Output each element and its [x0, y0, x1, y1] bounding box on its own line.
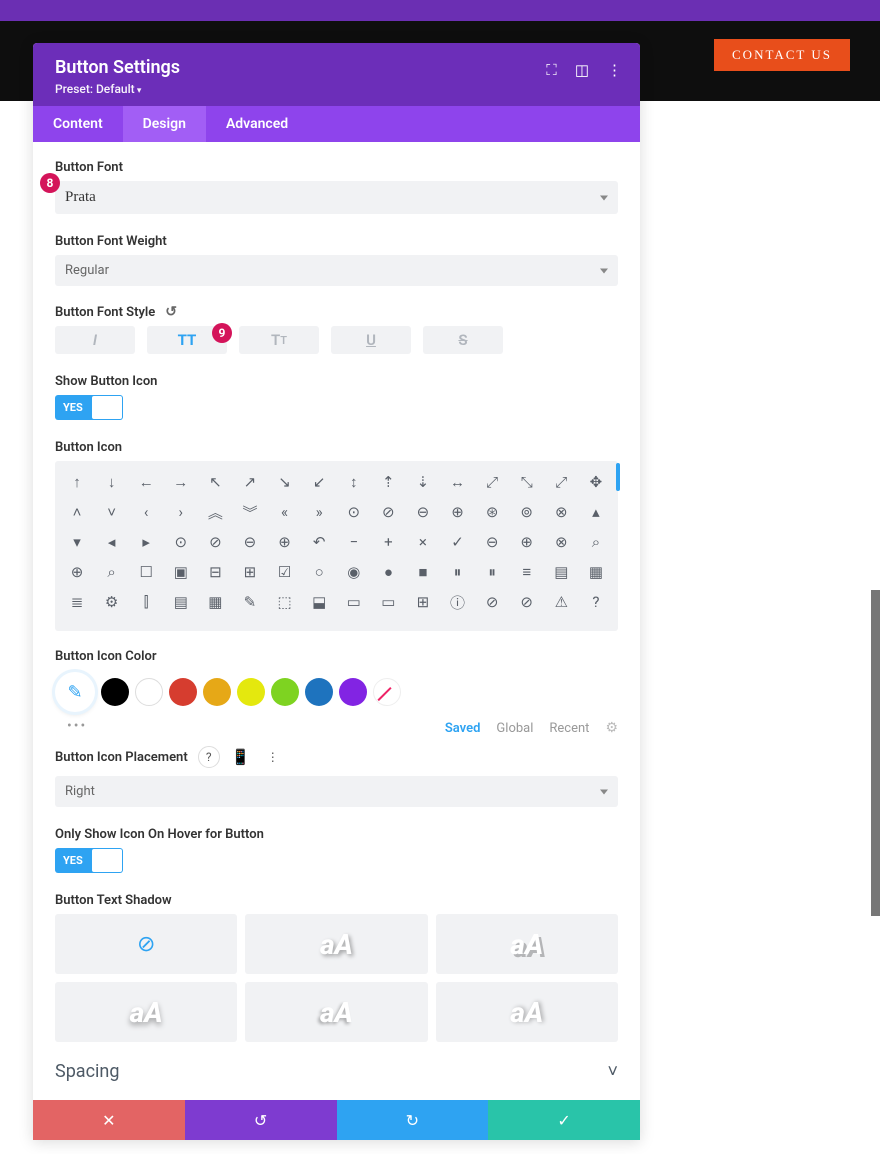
contact-us-button[interactable]: CONTACT US	[714, 39, 850, 71]
italic-button[interactable]: I	[55, 326, 135, 354]
step-badge-9: 9	[212, 323, 232, 343]
swatch-purple[interactable]	[339, 678, 367, 706]
save-button[interactable]: ✓	[488, 1100, 640, 1140]
shadow-preset-4[interactable]: aA	[245, 982, 427, 1042]
font-select[interactable]: Prata	[55, 181, 618, 214]
settings-panel: Button Settings Preset: Default ⛶ ◫ ⋮ Co…	[33, 43, 640, 1140]
swatch-blue[interactable]	[305, 678, 333, 706]
shadow-preset-1[interactable]: aA	[245, 914, 427, 974]
more-icon[interactable]: ⋮	[607, 61, 622, 79]
tab-advanced[interactable]: Advanced	[206, 106, 308, 142]
label-icon-placement: Button Icon Placement	[55, 750, 188, 765]
placement-select[interactable]: Right	[55, 776, 618, 807]
help-icon[interactable]: ?	[198, 746, 220, 768]
tab-content[interactable]: Content	[33, 106, 123, 142]
cancel-button[interactable]: ✕	[33, 1100, 185, 1140]
underline-button[interactable]: U	[331, 326, 411, 354]
label-button-icon: Button Icon	[55, 440, 618, 455]
tablet-icon[interactable]: ◫	[575, 61, 589, 79]
placement-more-icon[interactable]: ⋮	[262, 746, 284, 768]
swatch-black[interactable]	[101, 678, 129, 706]
swatch-none[interactable]	[373, 678, 401, 706]
label-show-icon: Show Button Icon	[55, 374, 618, 389]
page-scrollbar[interactable]	[871, 590, 880, 916]
label-font-style: Button Font Style↺	[55, 304, 618, 320]
label-icon-color: Button Icon Color	[55, 649, 618, 664]
spacing-accordion[interactable]: Spacing˅	[55, 1042, 618, 1100]
reset-icon[interactable]: ↺	[165, 304, 177, 320]
label-hover-icon: Only Show Icon On Hover for Button	[55, 827, 618, 842]
weight-select[interactable]: Regular	[55, 255, 618, 286]
colortab-global[interactable]: Global	[496, 721, 533, 736]
phone-icon[interactable]: 📱	[230, 746, 252, 768]
colortab-gear-icon[interactable]: ⚙	[605, 720, 618, 736]
preset-dropdown[interactable]: Preset: Default	[55, 82, 618, 96]
label-text-shadow: Button Text Shadow	[55, 893, 618, 908]
swatch-yellow[interactable]	[237, 678, 265, 706]
chevron-down-icon: ˅	[607, 1061, 618, 1082]
redo-button[interactable]: ↻	[337, 1100, 489, 1140]
shadow-preset-3[interactable]: aA	[55, 982, 237, 1042]
panel-title: Button Settings	[55, 57, 618, 78]
tab-design[interactable]: Design	[123, 106, 206, 142]
step-badge-8: 8	[40, 173, 60, 193]
swatch-white[interactable]	[135, 678, 163, 706]
hover-icon-toggle[interactable]: YES	[55, 848, 123, 873]
strikethrough-button[interactable]: S	[423, 326, 503, 354]
swatch-orange[interactable]	[203, 678, 231, 706]
swatch-red[interactable]	[169, 678, 197, 706]
shadow-preset-2[interactable]: aA	[436, 914, 618, 974]
shadow-preset-5[interactable]: aA	[436, 982, 618, 1042]
color-picker-button[interactable]: ✎	[55, 672, 95, 712]
smallcaps-button[interactable]: TT	[239, 326, 319, 354]
shadow-none[interactable]: ⊘	[55, 914, 237, 974]
label-font-weight: Button Font Weight	[55, 234, 618, 249]
swatch-green[interactable]	[271, 678, 299, 706]
colortab-recent[interactable]: Recent	[549, 721, 589, 736]
undo-button[interactable]: ↺	[185, 1100, 337, 1140]
show-icon-toggle[interactable]: YES	[55, 395, 123, 420]
expand-icon[interactable]: ⛶	[546, 61, 557, 79]
icon-picker[interactable]: ↑↓←→↖↗↘↙↕⇡⇣↔⤢⤡⤢✥ ˄˅‹›︽︾«»⊙⊘⊖⊕⊛⊚⊗▴ ▾◂▸⊙⊘⊖…	[55, 461, 618, 631]
colortab-saved[interactable]: Saved	[445, 721, 481, 736]
label-button-font: Button Font	[55, 160, 618, 175]
